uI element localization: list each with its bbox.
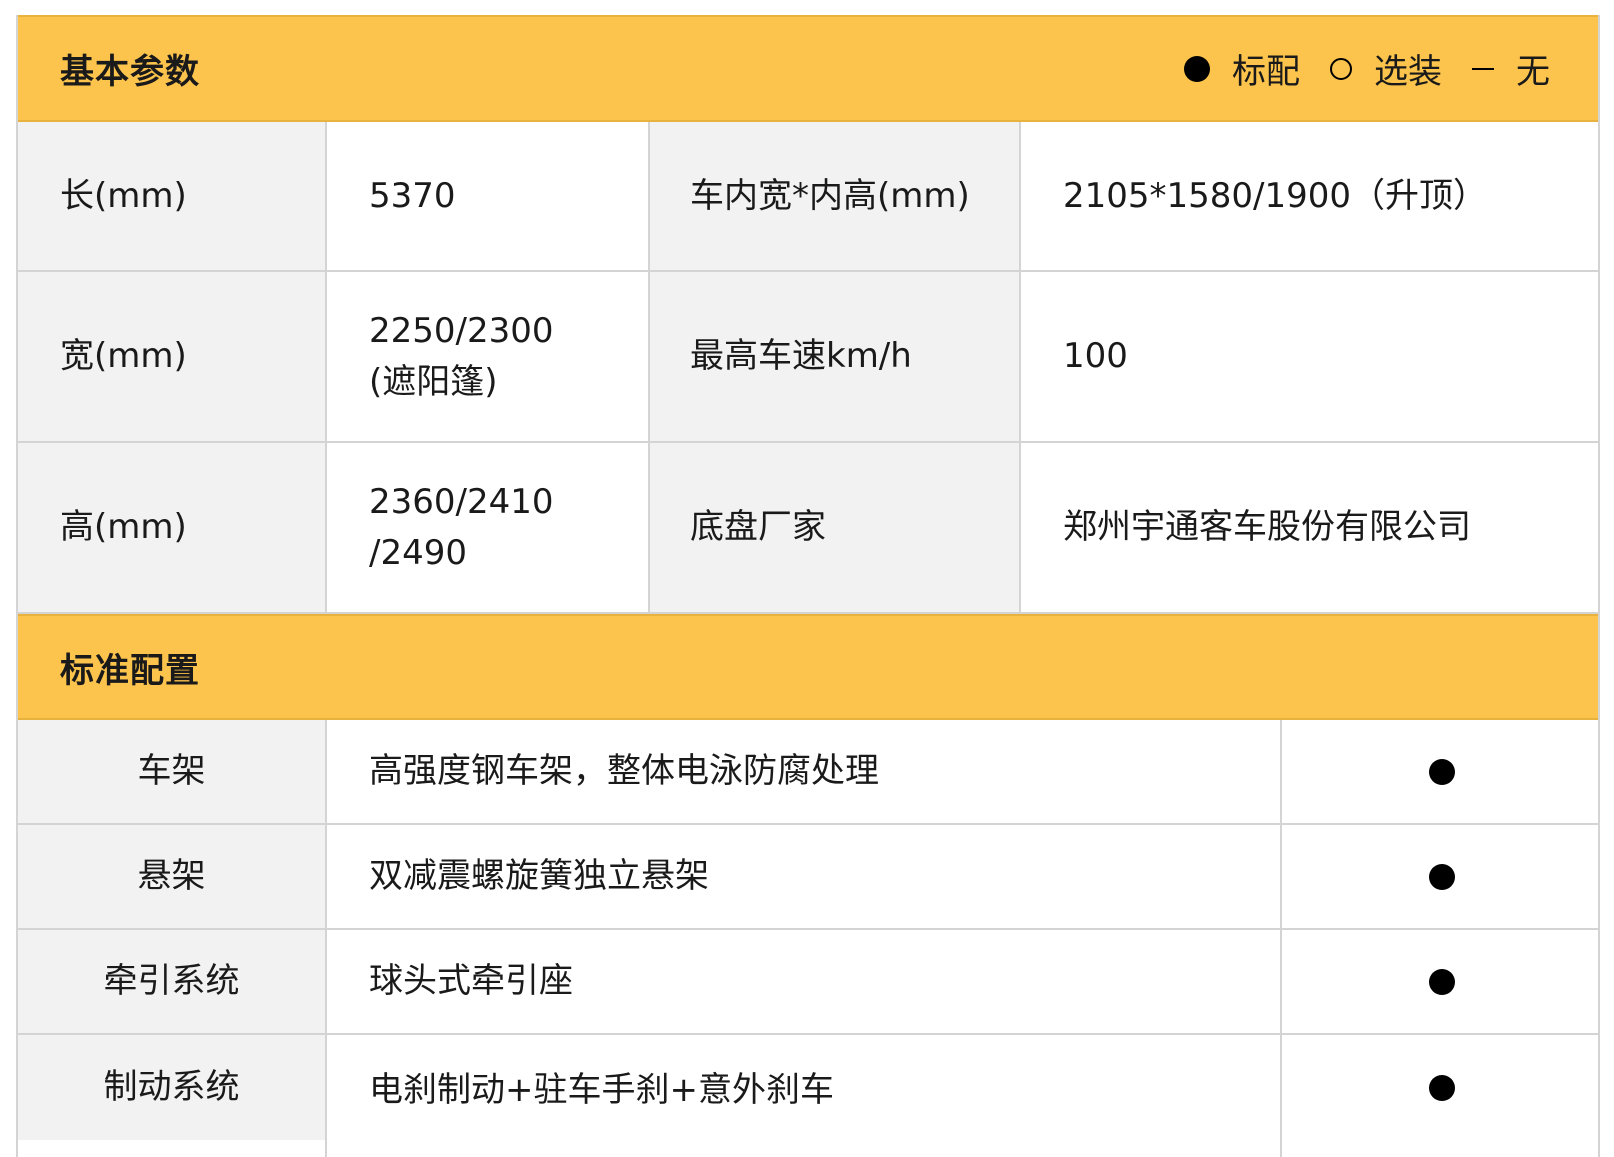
param-label: 底盘厂家: [648, 443, 1019, 612]
basic-row-length: 长(mm) 5370 车内宽*内高(mm) 2105*1580/1900（升顶）: [18, 122, 1598, 272]
param-label: 长(mm): [18, 122, 325, 270]
config-status: [1280, 930, 1598, 1033]
config-item: 悬架: [18, 825, 325, 928]
standard-row-suspension: 悬架 双减震螺旋簧独立悬架: [18, 825, 1598, 930]
config-item: 制动系统: [18, 1035, 325, 1140]
config-desc: 球头式牵引座: [325, 930, 1280, 1033]
config-item: 车架: [18, 720, 325, 823]
filled-dot-icon: [1429, 863, 1455, 890]
dash-icon: [1472, 67, 1494, 70]
param-label: 高(mm): [18, 443, 325, 612]
filled-dot-icon: [1429, 1075, 1455, 1101]
config-desc: 高强度钢车架，整体电泳防腐处理: [325, 720, 1280, 823]
param-label: 宽(mm): [18, 272, 325, 441]
param-label: 车内宽*内高(mm): [648, 122, 1019, 270]
config-status: [1280, 825, 1598, 928]
config-desc: 电刹制动+驻车手刹+意外刹车: [325, 1035, 1280, 1157]
standard-config-title: 标准配置: [60, 650, 200, 691]
legend: 标配 选装 无: [1154, 44, 1550, 93]
param-value: 郑州宇通客车股份有限公司: [1019, 443, 1598, 612]
legend-standard-label: 标配: [1232, 52, 1300, 92]
hollow-dot-icon: [1330, 57, 1352, 80]
standard-row-frame: 车架 高强度钢车架，整体电泳防腐处理: [18, 720, 1598, 825]
basic-params-header: 基本参数 标配 选装 无: [18, 15, 1598, 122]
filled-dot-icon: [1429, 968, 1455, 995]
config-status: [1280, 1035, 1598, 1157]
legend-optional-label: 选装: [1374, 52, 1442, 92]
standard-config-header: 标准配置: [18, 614, 1598, 720]
spec-sheet: 基本参数 标配 选装 无 长(mm) 5370 车内宽*内高(mm) 2105*…: [16, 15, 1600, 1157]
config-item: 牵引系统: [18, 930, 325, 1033]
legend-standard: 标配: [1184, 44, 1300, 93]
param-value: 100: [1019, 272, 1598, 441]
param-value: 2360/2410 /2490: [325, 443, 648, 612]
basic-row-width: 宽(mm) 2250/2300 (遮阳篷) 最高车速km/h 100: [18, 272, 1598, 443]
legend-none: 无: [1472, 44, 1550, 93]
filled-dot-icon: [1429, 758, 1455, 785]
filled-dot-icon: [1184, 55, 1210, 82]
param-value: 2250/2300 (遮阳篷): [325, 272, 648, 441]
legend-optional: 选装: [1330, 44, 1442, 93]
basic-params-title: 基本参数: [60, 52, 200, 92]
standard-row-brake: 制动系统 电刹制动+驻车手刹+意外刹车: [18, 1035, 1598, 1157]
param-label: 最高车速km/h: [648, 272, 1019, 441]
param-value: 2105*1580/1900（升顶）: [1019, 122, 1598, 270]
legend-none-label: 无: [1516, 52, 1550, 92]
standard-row-towing: 牵引系统 球头式牵引座: [18, 930, 1598, 1035]
config-status: [1280, 720, 1598, 823]
param-value: 5370: [325, 122, 648, 270]
basic-row-height: 高(mm) 2360/2410 /2490 底盘厂家 郑州宇通客车股份有限公司: [18, 443, 1598, 614]
config-desc: 双减震螺旋簧独立悬架: [325, 825, 1280, 928]
